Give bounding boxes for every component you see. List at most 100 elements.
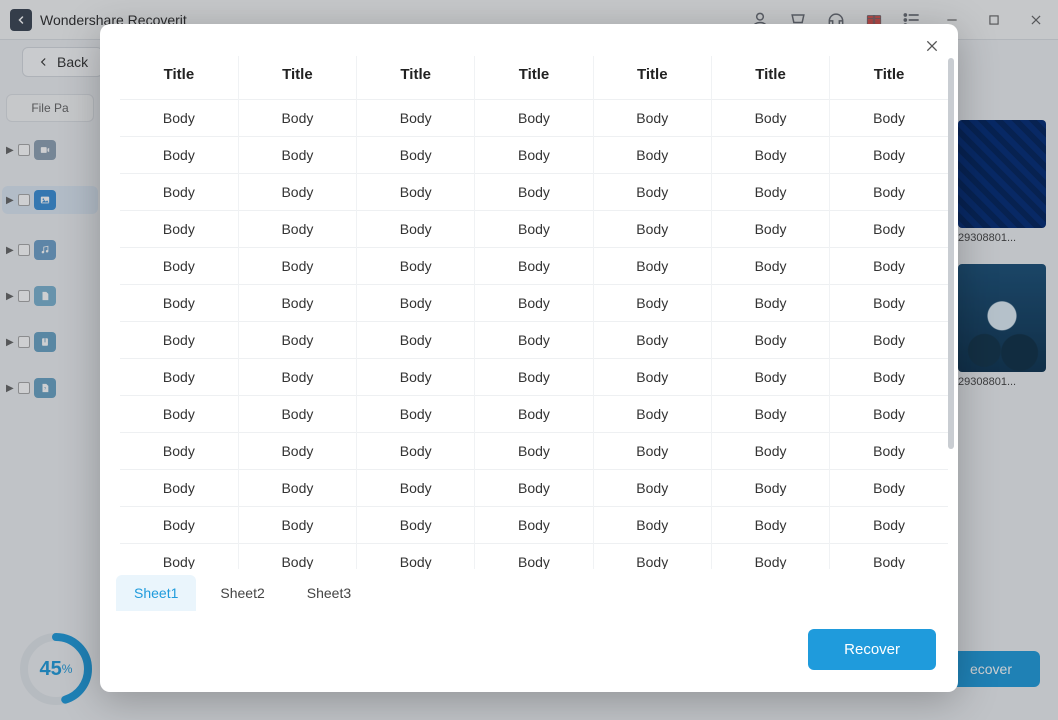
table-cell: Body <box>475 433 593 470</box>
table-cell: Body <box>357 470 475 507</box>
table-cell: Body <box>830 470 948 507</box>
table-cell: Body <box>120 285 238 322</box>
table-cell: Body <box>357 248 475 285</box>
table-cell: Body <box>357 507 475 544</box>
table-cell: Body <box>593 211 711 248</box>
table-cell: Body <box>830 507 948 544</box>
table-cell: Body <box>238 100 356 137</box>
table-cell: Body <box>830 433 948 470</box>
column-header: Title <box>238 56 356 100</box>
table-row: BodyBodyBodyBodyBodyBodyBody <box>120 174 948 211</box>
table-cell: Body <box>475 285 593 322</box>
table-cell: Body <box>357 433 475 470</box>
table-cell: Body <box>830 285 948 322</box>
table-row: BodyBodyBodyBodyBodyBodyBody <box>120 544 948 570</box>
table-cell: Body <box>830 137 948 174</box>
recover-button[interactable]: Recover <box>808 629 936 670</box>
modal-body: TitleTitleTitleTitleTitleTitleTitle Body… <box>100 24 958 569</box>
column-header: Title <box>357 56 475 100</box>
table-cell: Body <box>711 248 829 285</box>
table-cell: Body <box>475 507 593 544</box>
table-cell: Body <box>357 211 475 248</box>
table-cell: Body <box>357 285 475 322</box>
scrollbar-thumb[interactable] <box>948 58 954 449</box>
table-cell: Body <box>711 137 829 174</box>
table-cell: Body <box>120 359 238 396</box>
table-cell: Body <box>238 544 356 570</box>
sheet-tabs: Sheet1Sheet2Sheet3 <box>100 569 958 611</box>
table-cell: Body <box>120 174 238 211</box>
table-cell: Body <box>238 470 356 507</box>
table-cell: Body <box>120 100 238 137</box>
table-cell: Body <box>711 359 829 396</box>
table-cell: Body <box>357 359 475 396</box>
sheet-tab[interactable]: Sheet1 <box>116 575 196 611</box>
table-row: BodyBodyBodyBodyBodyBodyBody <box>120 433 948 470</box>
table-cell: Body <box>830 248 948 285</box>
table-cell: Body <box>357 100 475 137</box>
table-cell: Body <box>120 211 238 248</box>
table-cell: Body <box>475 248 593 285</box>
table-cell: Body <box>593 100 711 137</box>
sheet-table: TitleTitleTitleTitleTitleTitleTitle Body… <box>120 56 948 569</box>
table-cell: Body <box>120 544 238 570</box>
table-cell: Body <box>238 433 356 470</box>
table-cell: Body <box>120 470 238 507</box>
table-cell: Body <box>830 544 948 570</box>
table-cell: Body <box>593 359 711 396</box>
table-cell: Body <box>830 211 948 248</box>
table-cell: Body <box>475 322 593 359</box>
table-cell: Body <box>475 544 593 570</box>
table-cell: Body <box>475 396 593 433</box>
table-cell: Body <box>711 396 829 433</box>
table-cell: Body <box>475 470 593 507</box>
table-cell: Body <box>120 396 238 433</box>
preview-modal: TitleTitleTitleTitleTitleTitleTitle Body… <box>100 24 958 692</box>
table-cell: Body <box>238 248 356 285</box>
table-cell: Body <box>593 322 711 359</box>
table-row: BodyBodyBodyBodyBodyBodyBody <box>120 396 948 433</box>
table-cell: Body <box>593 137 711 174</box>
table-cell: Body <box>593 248 711 285</box>
table-cell: Body <box>238 174 356 211</box>
table-cell: Body <box>711 544 829 570</box>
column-header: Title <box>711 56 829 100</box>
table-cell: Body <box>475 211 593 248</box>
table-cell: Body <box>120 137 238 174</box>
table-cell: Body <box>830 100 948 137</box>
table-cell: Body <box>593 396 711 433</box>
table-cell: Body <box>238 322 356 359</box>
table-cell: Body <box>357 544 475 570</box>
table-cell: Body <box>238 507 356 544</box>
column-header: Title <box>830 56 948 100</box>
table-row: BodyBodyBodyBodyBodyBodyBody <box>120 359 948 396</box>
table-cell: Body <box>475 137 593 174</box>
table-cell: Body <box>475 100 593 137</box>
column-header: Title <box>475 56 593 100</box>
table-cell: Body <box>238 285 356 322</box>
table-cell: Body <box>711 433 829 470</box>
table-cell: Body <box>238 359 356 396</box>
table-cell: Body <box>593 433 711 470</box>
sheet-tab[interactable]: Sheet2 <box>202 575 282 611</box>
table-cell: Body <box>593 470 711 507</box>
modal-footer: Recover <box>100 611 958 692</box>
table-cell: Body <box>711 211 829 248</box>
table-cell: Body <box>120 433 238 470</box>
table-cell: Body <box>830 359 948 396</box>
table-cell: Body <box>238 211 356 248</box>
sheet-tab[interactable]: Sheet3 <box>289 575 369 611</box>
table-cell: Body <box>357 322 475 359</box>
table-cell: Body <box>711 285 829 322</box>
table-cell: Body <box>711 507 829 544</box>
column-header: Title <box>120 56 238 100</box>
scrollbar[interactable] <box>948 58 956 559</box>
table-row: BodyBodyBodyBodyBodyBodyBody <box>120 322 948 359</box>
table-cell: Body <box>830 174 948 211</box>
column-header: Title <box>593 56 711 100</box>
table-cell: Body <box>711 322 829 359</box>
table-cell: Body <box>711 470 829 507</box>
table-cell: Body <box>238 137 356 174</box>
table-row: BodyBodyBodyBodyBodyBodyBody <box>120 470 948 507</box>
table-cell: Body <box>593 507 711 544</box>
